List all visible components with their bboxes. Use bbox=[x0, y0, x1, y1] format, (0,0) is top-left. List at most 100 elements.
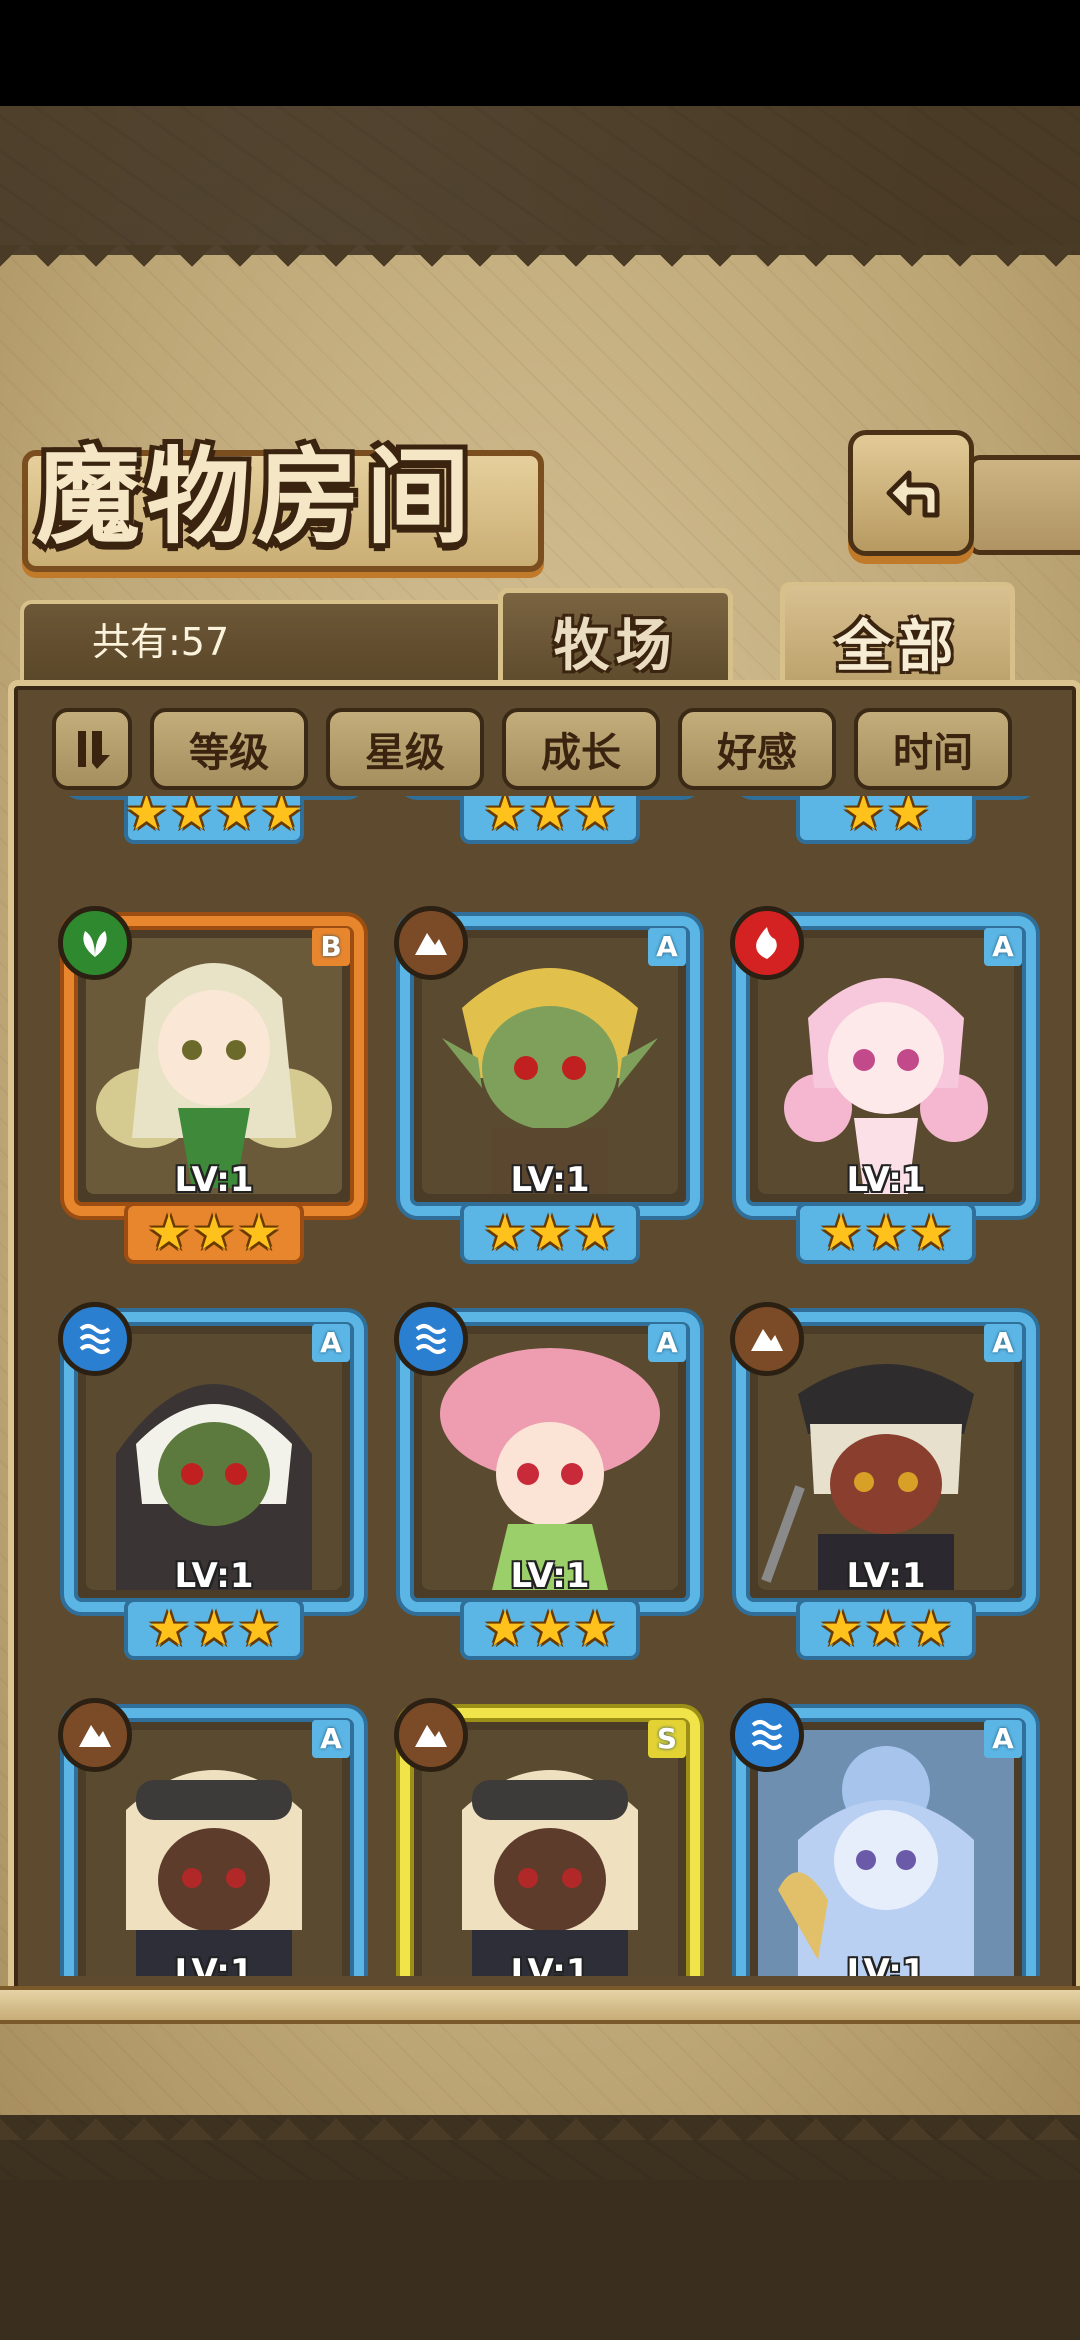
monster-level: LV:1 bbox=[174, 1556, 254, 1596]
rank-badge: A bbox=[312, 1720, 350, 1758]
star-bar: ★ ★ ★ bbox=[796, 1598, 976, 1660]
star-icon: ★ bbox=[192, 1601, 236, 1657]
star-icon: ★ bbox=[909, 1601, 953, 1657]
monster-card-5[interactable]: A LV:1 ★ ★ ★ bbox=[394, 1302, 700, 1672]
sort-star-label: 星级 bbox=[365, 730, 445, 776]
sort-order-button[interactable] bbox=[52, 708, 132, 790]
star-bar: ★ ★ bbox=[796, 796, 976, 844]
star-icon: ★ bbox=[864, 1205, 908, 1261]
sort-level-button[interactable]: 等级 bbox=[150, 708, 308, 790]
water-element-icon bbox=[58, 1302, 132, 1376]
star-icon: ★ bbox=[909, 1205, 953, 1261]
fire-element-icon bbox=[730, 906, 804, 980]
star-icon: ★ bbox=[483, 796, 527, 841]
sort-affection-button[interactable]: 好感 bbox=[678, 708, 836, 790]
star-icon: ★ bbox=[887, 796, 931, 841]
monster-count: 共有:57 bbox=[92, 620, 230, 664]
star-icon: ★ bbox=[192, 1205, 236, 1261]
monster-grid[interactable]: ★ ★ ★ ★ ★ ★ ★ ★ ★ B LV:1 ★ ★ ★ A LV:1 ★ … bbox=[28, 796, 1052, 1976]
monster-portrait-fairy bbox=[86, 938, 342, 1194]
rank-badge: B bbox=[312, 928, 350, 966]
monster-card-partial-2[interactable]: ★ ★ ★ bbox=[400, 796, 700, 856]
sort-order-icon bbox=[78, 731, 110, 769]
star-icon: ★ bbox=[215, 796, 259, 841]
star-icon: ★ bbox=[864, 1601, 908, 1657]
star-icon: ★ bbox=[483, 1205, 527, 1261]
monster-level: LV:1 bbox=[846, 1160, 926, 1200]
star-icon: ★ bbox=[147, 1601, 191, 1657]
monster-card-3[interactable]: A LV:1 ★ ★ ★ bbox=[730, 906, 1036, 1276]
sort-affection-label: 好感 bbox=[717, 730, 797, 776]
earth-element-icon bbox=[730, 1302, 804, 1376]
sort-growth-label: 成长 bbox=[541, 730, 621, 776]
rank-badge: A bbox=[984, 1720, 1022, 1758]
monster-portrait-mermaid bbox=[758, 1730, 1014, 1976]
monster-portrait-warrior bbox=[758, 1334, 1014, 1590]
monster-level: LV:1 bbox=[174, 1160, 254, 1200]
sort-time-button[interactable]: 时间 bbox=[854, 708, 1012, 790]
tab-ranch-label: 牧场 bbox=[553, 613, 678, 679]
monster-portrait-mushroom bbox=[422, 1334, 678, 1590]
star-icon: ★ bbox=[237, 1601, 281, 1657]
torn-edge-top bbox=[0, 245, 1080, 315]
monster-card-2[interactable]: A LV:1 ★ ★ ★ bbox=[394, 906, 700, 1276]
page-title: 魔物房间 bbox=[36, 435, 477, 558]
star-icon: ★ bbox=[573, 1601, 617, 1657]
sort-time-label: 时间 bbox=[893, 730, 973, 776]
sort-star-button[interactable]: 星级 bbox=[326, 708, 484, 790]
monster-portrait-pink bbox=[758, 938, 1014, 1194]
star-icon: ★ bbox=[147, 1205, 191, 1261]
star-bar: ★ ★ ★ bbox=[460, 796, 640, 844]
monster-card-7[interactable]: A LV:1 bbox=[58, 1698, 364, 1976]
rank-badge: A bbox=[984, 928, 1022, 966]
star-icon: ★ bbox=[573, 1205, 617, 1261]
monster-level: LV:1 bbox=[510, 1160, 590, 1200]
star-icon: ★ bbox=[819, 1205, 863, 1261]
back-arrow-icon bbox=[886, 470, 940, 518]
monster-level: LV:1 bbox=[510, 1556, 590, 1596]
monster-portrait-hooded bbox=[86, 1334, 342, 1590]
sort-growth-button[interactable]: 成长 bbox=[502, 708, 660, 790]
star-icon: ★ bbox=[483, 1601, 527, 1657]
star-icon: ★ bbox=[237, 1205, 281, 1261]
tab-ranch[interactable]: 牧场 bbox=[498, 588, 733, 689]
monster-card-6[interactable]: A LV:1 ★ ★ ★ bbox=[730, 1302, 1036, 1672]
monster-card-8[interactable]: S LV:1 bbox=[394, 1698, 700, 1976]
star-bar: ★ ★ ★ bbox=[796, 1202, 976, 1264]
rank-badge: A bbox=[984, 1324, 1022, 1362]
leaf-element-icon bbox=[58, 906, 132, 980]
monster-level: LV:1 bbox=[846, 1556, 926, 1596]
monster-portrait-goggles bbox=[422, 1730, 678, 1976]
star-icon: ★ bbox=[260, 796, 304, 841]
rank-badge: S bbox=[648, 1720, 686, 1758]
star-bar: ★ ★ ★ ★ bbox=[124, 796, 304, 844]
sort-level-label: 等级 bbox=[189, 730, 269, 776]
monster-card-9[interactable]: A LV:1 bbox=[730, 1698, 1036, 1976]
panel-bottom-rail bbox=[0, 1986, 1080, 2024]
back-button-tail bbox=[968, 455, 1080, 555]
back-button[interactable] bbox=[848, 430, 974, 556]
tab-all-label: 全部 bbox=[835, 614, 960, 680]
rank-badge: A bbox=[648, 928, 686, 966]
monster-level: LV:1 bbox=[846, 1952, 926, 1976]
water-element-icon bbox=[730, 1698, 804, 1772]
star-bar: ★ ★ ★ bbox=[124, 1202, 304, 1264]
star-icon: ★ bbox=[841, 796, 885, 841]
status-bar bbox=[0, 0, 1080, 106]
monster-card-4[interactable]: A LV:1 ★ ★ ★ bbox=[58, 1302, 364, 1672]
monster-portrait-goggles bbox=[86, 1730, 342, 1976]
water-element-icon bbox=[394, 1302, 468, 1376]
star-icon: ★ bbox=[528, 796, 572, 841]
rank-badge: A bbox=[648, 1324, 686, 1362]
star-icon: ★ bbox=[169, 796, 213, 841]
rank-badge: A bbox=[312, 1324, 350, 1362]
star-icon: ★ bbox=[573, 796, 617, 841]
monster-card-partial-3[interactable]: ★ ★ bbox=[736, 796, 1036, 856]
star-icon: ★ bbox=[528, 1205, 572, 1261]
star-bar: ★ ★ ★ bbox=[124, 1598, 304, 1660]
monster-portrait-goblin bbox=[422, 938, 678, 1194]
earth-element-icon bbox=[394, 1698, 468, 1772]
monster-card-partial-1[interactable]: ★ ★ ★ ★ bbox=[64, 796, 364, 856]
torn-edge-bottom bbox=[0, 2080, 1080, 2140]
monster-card-1[interactable]: B LV:1 ★ ★ ★ bbox=[58, 906, 364, 1276]
